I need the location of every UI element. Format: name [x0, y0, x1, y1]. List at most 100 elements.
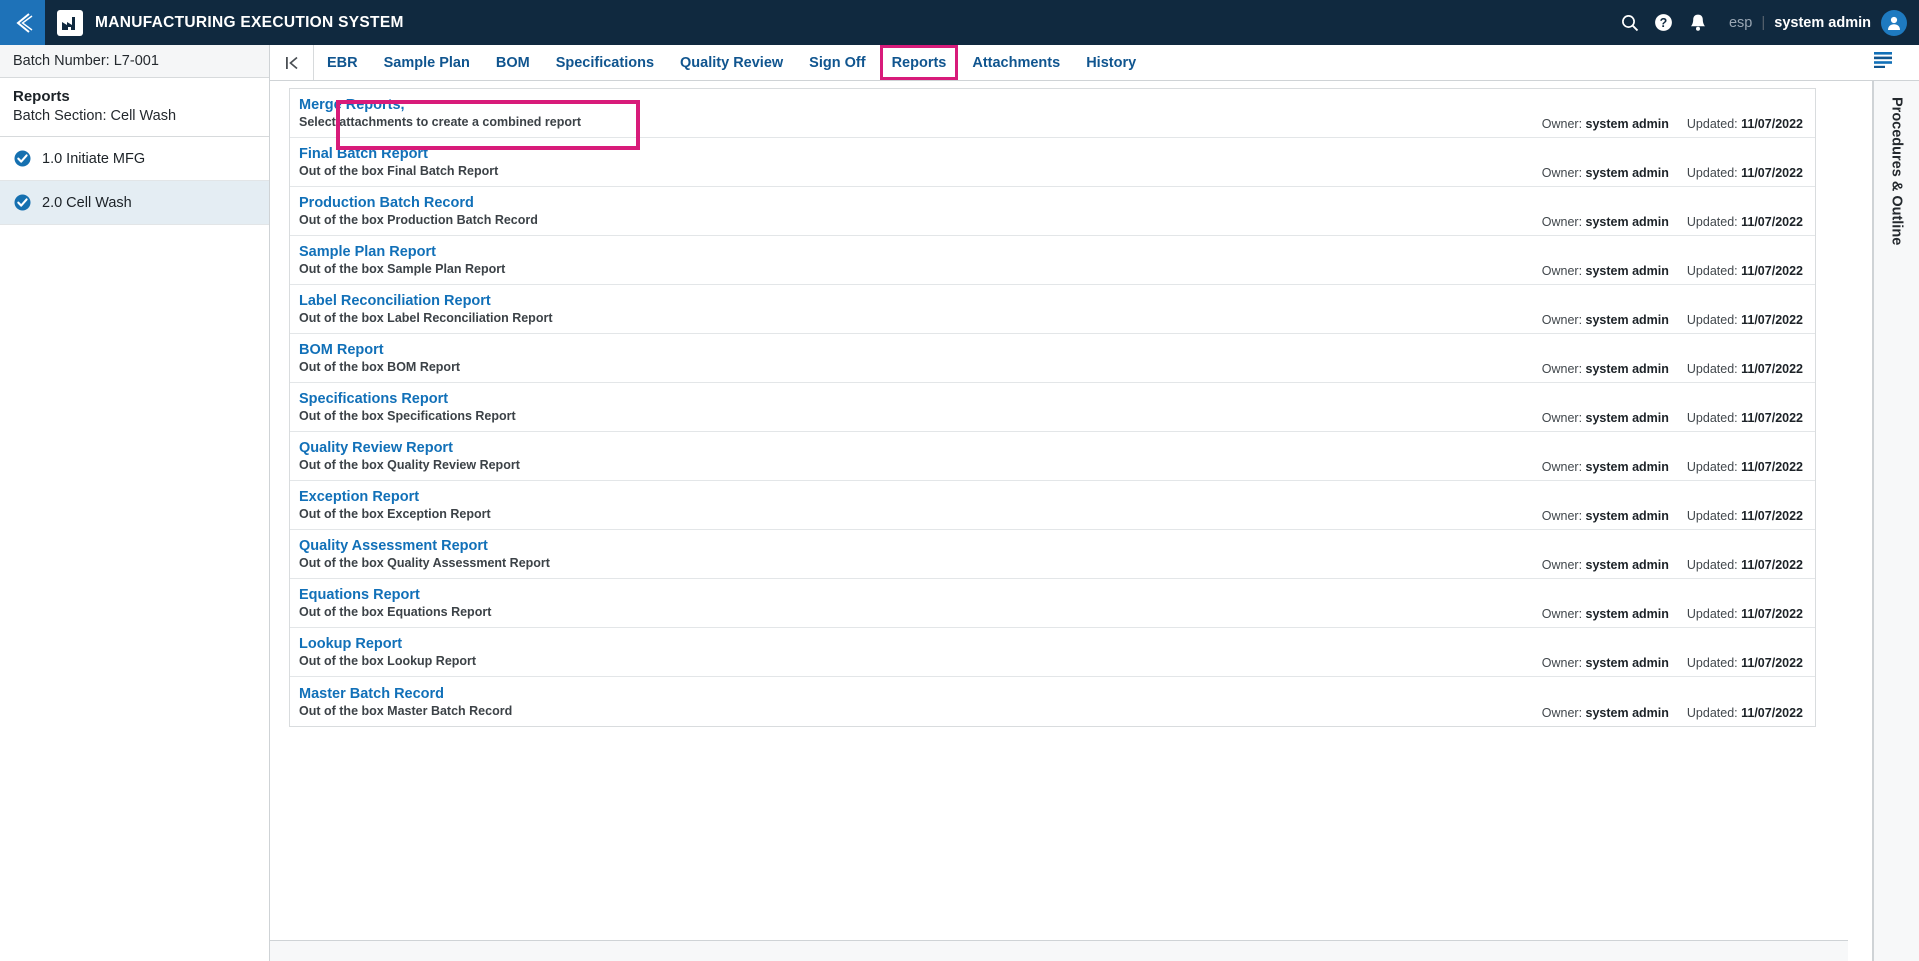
report-title-link[interactable]: Equations Report — [299, 586, 491, 604]
report-row[interactable]: Merge Reports, Select attachments to crea… — [290, 89, 1815, 138]
search-icon[interactable] — [1613, 0, 1647, 45]
report-title-link[interactable]: Specifications Report — [299, 390, 516, 408]
report-title-link[interactable]: BOM Report — [299, 341, 460, 359]
report-row[interactable]: Final Batch Report Out of the box Final B… — [290, 138, 1815, 187]
report-title-link[interactable]: Final Batch Report — [299, 145, 498, 163]
report-row[interactable]: Master Batch Record Out of the box Master… — [290, 677, 1815, 726]
report-meta: Owner: system admin Updated: 11/07/2022 — [1542, 313, 1803, 327]
sidebar-item-label: 2.0 Cell Wash — [42, 194, 132, 211]
report-meta: Owner: system admin Updated: 11/07/2022 — [1542, 460, 1803, 474]
report-updated: Updated: 11/07/2022 — [1686, 460, 1803, 474]
report-row-text: Production Batch Record Out of the box Pr… — [299, 194, 538, 228]
header-actions: ? esp | system admin — [1613, 0, 1919, 45]
language-selector[interactable]: esp — [1729, 15, 1752, 31]
report-meta: Owner: system admin Updated: 11/07/2022 — [1542, 706, 1803, 720]
sidebar-section-subtitle: Batch Section: Cell Wash — [13, 108, 177, 124]
bottom-strip — [270, 940, 1848, 961]
tab-sign-off[interactable]: Sign Off — [796, 45, 878, 80]
sidebar-item-1[interactable]: 2.0 Cell Wash — [0, 181, 269, 225]
help-circle-icon[interactable]: ? — [1647, 0, 1681, 45]
tab-bar: EBR Sample Plan BOM Specifications Quality R… — [270, 45, 1848, 81]
report-description: Out of the box Lookup Report — [299, 654, 477, 668]
report-title-link[interactable]: Production Batch Record — [299, 194, 538, 212]
report-row-text: Master Batch Record Out of the box Master… — [299, 685, 512, 719]
check-circle-icon — [14, 150, 31, 167]
user-avatar-icon[interactable] — [1881, 9, 1907, 36]
back-button[interactable] — [0, 0, 45, 45]
report-row[interactable]: Production Batch Record Out of the box Pr… — [290, 187, 1815, 236]
report-list: Merge Reports, Select attachments to crea… — [289, 88, 1816, 727]
report-title-link[interactable]: Exception Report — [299, 488, 491, 506]
report-row[interactable]: Equations Report Out of the box Equations… — [290, 579, 1815, 628]
report-description: Out of the box Specifications Report — [299, 409, 516, 423]
report-description: Out of the box Exception Report — [299, 507, 491, 521]
report-row[interactable]: Quality Review Report Out of the box Qual… — [290, 432, 1815, 481]
report-owner: Owner: system admin — [1541, 166, 1669, 180]
report-row-text: Label Reconciliation Report Out of the bo… — [299, 292, 553, 326]
factory-icon — [57, 9, 83, 36]
report-row-text: Final Batch Report Out of the box Final B… — [299, 145, 498, 179]
right-rail: Procedures & Outline — [1847, 45, 1919, 961]
report-row[interactable]: Specifications Report Out of the box Spec… — [290, 383, 1815, 432]
report-title-link[interactable]: Label Reconciliation Report — [299, 292, 553, 310]
report-description: Out of the box BOM Report — [299, 360, 461, 374]
report-title-link[interactable]: Master Batch Record — [299, 685, 512, 703]
tab-reports[interactable]: Reports — [879, 45, 959, 80]
report-description: Out of the box Equations Report — [299, 605, 492, 619]
report-updated: Updated: 11/07/2022 — [1686, 362, 1803, 376]
report-owner: Owner: system admin — [1541, 509, 1669, 523]
sidebar-section-header: Reports Batch Section: Cell Wash — [0, 78, 269, 137]
report-owner: Owner: system admin — [1541, 656, 1669, 670]
report-updated: Updated: 11/07/2022 — [1686, 656, 1803, 670]
report-updated: Updated: 11/07/2022 — [1686, 706, 1803, 720]
tab-history[interactable]: History — [1073, 45, 1149, 80]
report-updated: Updated: 11/07/2022 — [1686, 411, 1803, 425]
report-meta: Owner: system admin Updated: 11/07/2022 — [1542, 362, 1803, 376]
report-row[interactable]: Exception Report Out of the box Exception… — [290, 481, 1815, 530]
report-updated: Updated: 11/07/2022 — [1686, 264, 1803, 278]
report-row[interactable]: Label Reconciliation Report Out of the bo… — [290, 285, 1815, 334]
collapse-left-icon[interactable] — [270, 45, 314, 80]
report-description: Out of the box Label Reconciliation Repo… — [299, 311, 553, 325]
report-meta: Owner: system admin Updated: 11/07/2022 — [1542, 509, 1803, 523]
report-updated: Updated: 11/07/2022 — [1686, 117, 1803, 131]
report-row-text: Equations Report Out of the box Equations… — [299, 586, 491, 620]
sidebar-item-0[interactable]: 1.0 Initiate MFG — [0, 137, 269, 181]
report-row-text: Quality Assessment Report Out of the box … — [299, 537, 550, 571]
report-row[interactable]: Sample Plan Report Out of the box Sample … — [290, 236, 1815, 285]
header-divider: | — [1761, 14, 1766, 31]
report-meta: Owner: system admin Updated: 11/07/2022 — [1542, 656, 1803, 670]
report-owner: Owner: system admin — [1541, 411, 1669, 425]
report-row-text: Merge Reports, Select attachments to crea… — [299, 96, 581, 130]
report-title-link[interactable]: Sample Plan Report — [299, 243, 505, 261]
procedures-outline-panel[interactable]: Procedures & Outline — [1873, 81, 1919, 961]
report-row[interactable]: Lookup Report Out of the box Lookup Repor… — [290, 628, 1815, 677]
back-chevron-icon — [12, 11, 34, 35]
report-title-link[interactable]: Quality Assessment Report — [299, 537, 550, 555]
list-lines-icon[interactable] — [1872, 51, 1894, 74]
sidebar-item-list: 1.0 Initiate MFG 2.0 Cell Wash — [0, 137, 269, 225]
report-owner: Owner: system admin — [1541, 607, 1669, 621]
report-title-link[interactable]: Lookup Report — [299, 635, 476, 653]
report-description: Select attachments to create a combined … — [299, 115, 582, 129]
report-meta: Owner: system admin Updated: 11/07/2022 — [1542, 607, 1803, 621]
username-label[interactable]: system admin — [1774, 15, 1871, 31]
tab-quality-review[interactable]: Quality Review — [667, 45, 796, 80]
tab-specifications[interactable]: Specifications — [543, 45, 667, 80]
report-meta: Owner: system admin Updated: 11/07/2022 — [1542, 166, 1803, 180]
tab-ebr[interactable]: EBR — [314, 45, 371, 80]
report-row[interactable]: BOM Report Out of the box BOM Report Owner… — [290, 334, 1815, 383]
report-row[interactable]: Quality Assessment Report Out of the box … — [290, 530, 1815, 579]
sidebar-item-label: 1.0 Initiate MFG — [42, 150, 146, 167]
report-title-link[interactable]: Quality Review Report — [299, 439, 520, 457]
report-owner: Owner: system admin — [1541, 264, 1669, 278]
tab-bom[interactable]: BOM — [483, 45, 543, 80]
report-updated: Updated: 11/07/2022 — [1686, 607, 1803, 621]
tabs-container: EBR Sample Plan BOM Specifications Quality R… — [314, 45, 1149, 80]
report-title-link[interactable]: Merge Reports, — [299, 96, 581, 114]
tab-attachments[interactable]: Attachments — [959, 45, 1073, 80]
tab-sample-plan[interactable]: Sample Plan — [371, 45, 483, 80]
report-meta: Owner: system admin Updated: 11/07/2022 — [1542, 411, 1803, 425]
bell-icon[interactable] — [1681, 0, 1715, 45]
report-updated: Updated: 11/07/2022 — [1686, 509, 1803, 523]
